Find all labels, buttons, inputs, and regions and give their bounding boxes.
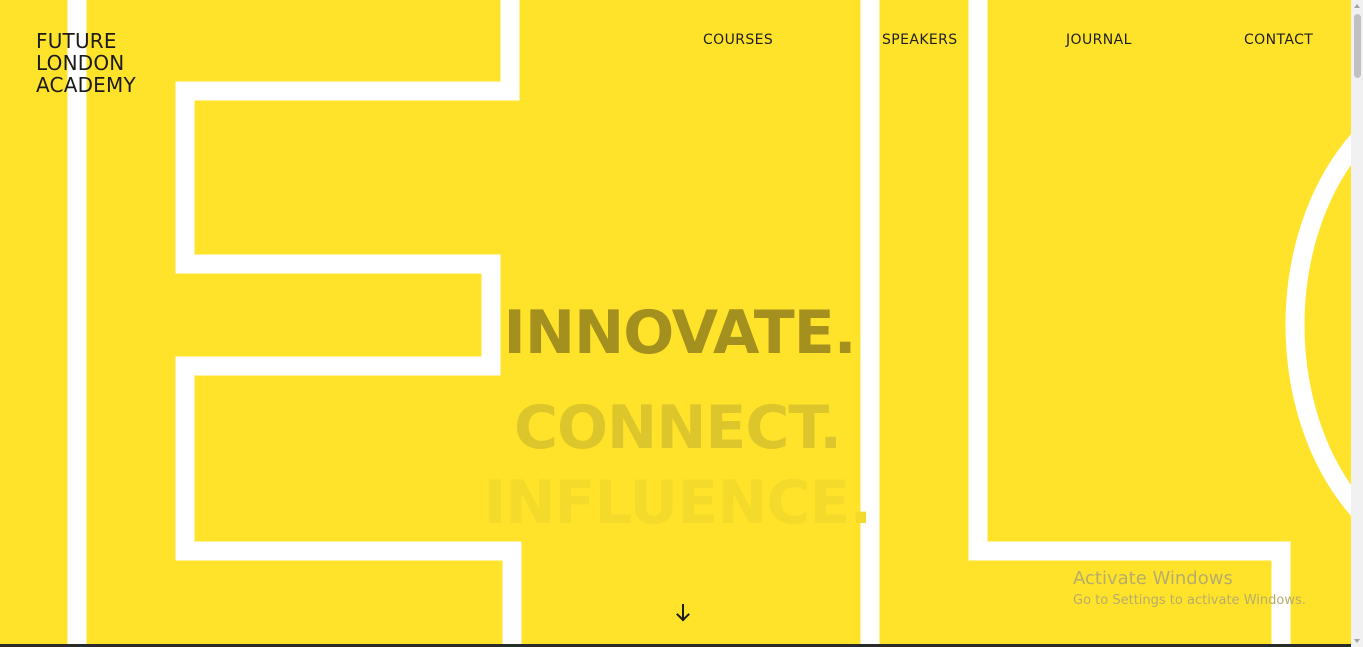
scroll-up-icon[interactable] (1354, 4, 1360, 8)
vertical-scrollbar[interactable] (1351, 0, 1363, 647)
logo-line-london: LONDON (36, 51, 125, 75)
scroll-down-icon[interactable] (1354, 639, 1360, 643)
arrow-down-icon[interactable] (674, 603, 692, 623)
logo-line-academy: ACADEMY (36, 73, 136, 97)
watermark-title: Activate Windows (1073, 568, 1233, 589)
nav-courses[interactable]: COURSES (703, 32, 773, 48)
page: FUTURE LONDON ACADEMY COURSES SPEAKERS J… (0, 0, 1363, 647)
windows-activation-watermark: Activate Windows Go to Settings to activ… (1073, 568, 1306, 608)
scrollbar-thumb[interactable] (1354, 14, 1361, 78)
hero-innovate: INNOVATE. (503, 298, 857, 368)
nav-contact[interactable]: CONTACT (1244, 32, 1313, 48)
main-nav: COURSES SPEAKERS JOURNAL CONTACT (0, 32, 1351, 52)
nav-journal[interactable]: JOURNAL (1066, 32, 1132, 48)
watermark-subtitle: Go to Settings to activate Windows. (1073, 593, 1306, 608)
nav-speakers[interactable]: SPEAKERS (882, 32, 958, 48)
hero-connect: CONNECT. (513, 393, 842, 463)
hero-influence: INFLUENCE. (483, 468, 872, 538)
